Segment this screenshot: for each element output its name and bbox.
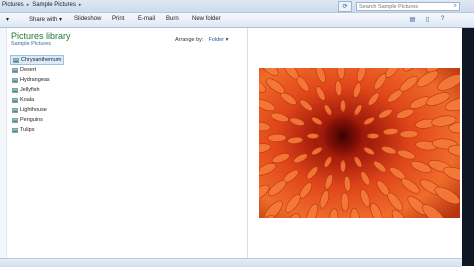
burn-button[interactable]: Burn [166,16,179,22]
breadcrumb-sample-pictures[interactable]: Sample Pictures [32,2,76,8]
image-file-icon [12,118,18,123]
image-file-icon [13,58,19,63]
file-name: Desert [20,67,36,73]
view-controls: ▤ ▯ ? [408,15,447,23]
search-icon[interactable]: ⌕ [454,3,457,10]
list-item[interactable]: Desert [10,65,64,75]
share-with-button[interactable]: Share with ▾ [29,16,62,23]
list-item[interactable]: Penguins [10,115,64,125]
file-name: Koala [20,97,34,103]
image-file-icon [12,128,18,133]
file-name: Jellyfish [20,87,40,93]
list-item[interactable]: Lighthouse [10,105,64,115]
library-subtitle: Sample Pictures [11,41,51,47]
arrange-by-label: Arrange by: [175,37,203,43]
chevron-down-icon: ▾ [59,17,62,23]
share-with-label: Share with [29,17,57,23]
file-name: Penguins [20,117,43,123]
chevron-down-icon: ▾ [226,37,229,43]
file-list-pane: Pictures library Sample Pictures Arrange… [7,28,247,258]
list-item[interactable]: Koala [10,95,64,105]
image-file-icon [12,78,18,83]
view-options-icon[interactable]: ▤ [408,15,417,23]
preview-pane [248,28,462,258]
petal-shape [341,193,349,212]
chevron-right-icon[interactable]: ▸ [79,2,82,8]
file-name: Tulips [20,127,34,133]
list-item[interactable]: Hydrangeas [10,75,64,85]
print-button[interactable]: Print [112,16,124,22]
image-file-icon [12,108,18,113]
file-name: Hydrangeas [20,77,50,83]
file-name: Lighthouse [20,107,47,113]
image-preview [259,68,460,218]
breadcrumb: Pictures ▸ Sample Pictures ▸ [2,2,81,8]
command-bar: ▾ Share with ▾ Slideshow Print E-mail Bu… [0,13,474,28]
window-edge [462,28,474,266]
breadcrumb-pictures[interactable]: Pictures [2,2,24,8]
help-icon[interactable]: ? [438,15,447,23]
petal-shape [268,134,287,142]
address-actions: ⟳ ⌕ [338,1,460,12]
chrysanthemum-photo [259,68,460,218]
address-bar: Pictures ▸ Sample Pictures ▸ ⟳ ⌕ [0,0,474,13]
file-list: Chrysanthemum Desert Hydrangeas Jellyfis… [10,55,64,135]
preview-pane-icon[interactable]: ▯ [423,15,432,23]
email-button[interactable]: E-mail [138,16,155,22]
list-item[interactable]: Tulips [10,125,64,135]
search-input[interactable] [359,3,449,11]
image-file-icon [12,68,18,73]
library-title: Pictures library [11,31,71,41]
list-item[interactable]: Jellyfish [10,85,64,95]
chevron-right-icon: ▸ [27,2,30,8]
list-item[interactable]: Chrysanthemum [10,55,64,65]
image-file-icon [12,88,18,93]
arrange-by-value: Folder [208,37,224,43]
petal-shape [400,130,419,138]
search-box[interactable]: ⌕ [356,2,460,11]
arrange-by: Arrange by: Folder ▾ [175,37,228,43]
refresh-icon: ⟳ [342,3,347,10]
new-folder-button[interactable]: New folder [192,16,221,22]
arrange-by-dropdown[interactable]: Folder ▾ [208,37,228,43]
refresh-button[interactable]: ⟳ [338,1,352,12]
navigation-pane[interactable] [0,28,7,266]
image-file-icon [12,98,18,103]
organize-button[interactable]: ▾ [6,16,9,23]
slideshow-button[interactable]: Slideshow [74,16,101,22]
file-name: Chrysanthemum [21,57,61,63]
